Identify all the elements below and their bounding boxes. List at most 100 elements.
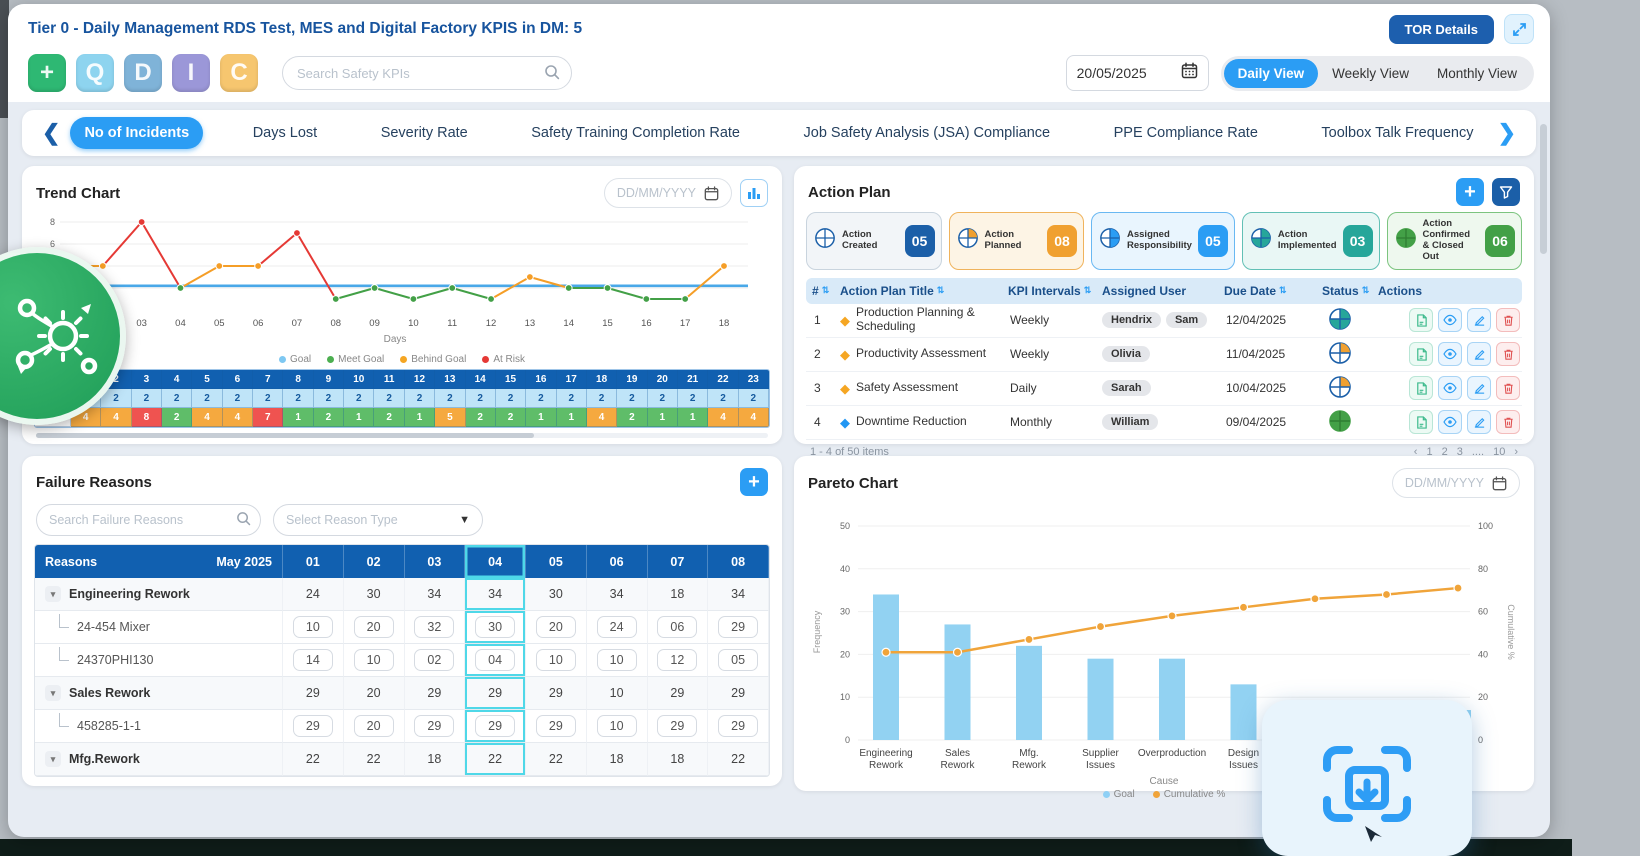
- pdf-export-icon[interactable]: [1409, 376, 1433, 400]
- editable-value[interactable]: 06: [657, 616, 697, 638]
- editable-value[interactable]: 29: [657, 715, 697, 737]
- search-input[interactable]: [282, 56, 572, 90]
- day-column-header[interactable]: 04: [465, 545, 526, 578]
- column-header-due-date[interactable]: Due Date⇅: [1218, 284, 1316, 298]
- status-card-assigned-responsibility[interactable]: Assigned Responsibility05: [1091, 212, 1235, 270]
- value-cell: 29: [708, 611, 769, 644]
- actual-cell: 4: [192, 408, 222, 427]
- editable-value[interactable]: 10: [354, 649, 394, 671]
- status-card-action-implemented[interactable]: Action Implemented03: [1242, 212, 1380, 270]
- row-expand-icon[interactable]: ▾: [45, 751, 61, 767]
- day-column-header[interactable]: 03: [405, 545, 466, 578]
- edit-icon[interactable]: [1467, 410, 1491, 434]
- expand-icon[interactable]: [1504, 14, 1534, 44]
- column-header-status[interactable]: Status⇅: [1316, 284, 1372, 298]
- editable-value[interactable]: 02: [414, 649, 454, 671]
- editable-value[interactable]: 20: [354, 715, 394, 737]
- editable-value[interactable]: 10: [293, 616, 333, 638]
- trend-date-picker[interactable]: DD/MM/YYYY: [604, 178, 732, 208]
- delete-icon[interactable]: [1496, 376, 1520, 400]
- view-button-weekly-view[interactable]: Weekly View: [1318, 59, 1423, 88]
- date-input[interactable]: [1077, 65, 1173, 81]
- view-button-daily-view[interactable]: Daily View: [1224, 59, 1319, 88]
- value-cell: 30: [344, 578, 405, 611]
- tab-ppe-compliance-rate[interactable]: PPE Compliance Rate: [1100, 117, 1272, 149]
- tab-safety-training-completion-rate[interactable]: Safety Training Completion Rate: [517, 117, 754, 149]
- edit-icon[interactable]: [1467, 376, 1491, 400]
- filter-icon[interactable]: [1492, 178, 1520, 206]
- tor-details-button[interactable]: TOR Details: [1389, 15, 1494, 44]
- day-column-header[interactable]: 05: [526, 545, 587, 578]
- delete-icon[interactable]: [1496, 308, 1520, 332]
- delete-icon[interactable]: [1496, 342, 1520, 366]
- editable-value[interactable]: 10: [597, 715, 637, 737]
- editable-value[interactable]: 10: [597, 649, 637, 671]
- add-action-button[interactable]: +: [1456, 178, 1484, 206]
- view-icon[interactable]: [1438, 342, 1462, 366]
- vertical-scrollbar[interactable]: [1540, 124, 1547, 824]
- editable-value[interactable]: 29: [536, 715, 576, 737]
- delete-icon[interactable]: [1496, 410, 1520, 434]
- edit-icon[interactable]: [1467, 308, 1491, 332]
- trend-table-scrollbar[interactable]: [36, 433, 768, 438]
- column-header--[interactable]: #⇅: [806, 284, 834, 298]
- reason-type-select[interactable]: Select Reason Type ▼: [273, 504, 483, 536]
- user-chip: Hendrix: [1102, 312, 1161, 328]
- tabs-scroll-right-icon[interactable]: ❯: [1492, 122, 1522, 144]
- status-card-action-planned[interactable]: Action Planned08: [949, 212, 1085, 270]
- editable-value[interactable]: 04: [475, 649, 515, 671]
- edit-icon[interactable]: [1467, 342, 1491, 366]
- tab-toolbox-talk-frequency[interactable]: Toolbox Talk Frequency: [1307, 117, 1487, 149]
- status-card-label: Assigned Responsibility: [1127, 230, 1192, 252]
- row-expand-icon[interactable]: ▾: [45, 685, 61, 701]
- editable-value[interactable]: 29: [718, 616, 758, 638]
- tab-severity-rate[interactable]: Severity Rate: [367, 117, 482, 149]
- day-header-cell: 10: [344, 370, 374, 389]
- view-icon[interactable]: [1438, 376, 1462, 400]
- editable-value[interactable]: 05: [718, 649, 758, 671]
- status-card-action-confirmed-closed-out[interactable]: Action Confirmed & Closed Out06: [1387, 212, 1523, 270]
- day-column-header[interactable]: 02: [344, 545, 405, 578]
- editable-value[interactable]: 12: [657, 649, 697, 671]
- add-failure-reason-button[interactable]: +: [740, 468, 768, 496]
- editable-value[interactable]: 29: [475, 715, 515, 737]
- failure-search-input[interactable]: [36, 504, 261, 536]
- row-expand-icon[interactable]: ▾: [45, 586, 61, 602]
- pdf-export-icon[interactable]: [1409, 342, 1433, 366]
- pdf-export-icon[interactable]: [1409, 410, 1433, 434]
- day-header-cell: 19: [617, 370, 647, 389]
- editable-value[interactable]: 32: [414, 616, 454, 638]
- day-column-header[interactable]: 01: [283, 545, 344, 578]
- editable-value[interactable]: 29: [718, 715, 758, 737]
- status-card-action-created[interactable]: Action Created05: [806, 212, 942, 270]
- tab-no-of-incidents[interactable]: No of Incidents: [70, 117, 203, 149]
- editable-value[interactable]: 10: [536, 649, 576, 671]
- view-icon[interactable]: [1438, 410, 1462, 434]
- editable-value[interactable]: 20: [354, 616, 394, 638]
- editable-value[interactable]: 29: [293, 715, 333, 737]
- pareto-date-picker[interactable]: DD/MM/YYYY: [1392, 468, 1520, 498]
- editable-value[interactable]: 24: [597, 616, 637, 638]
- day-column-header[interactable]: 07: [648, 545, 709, 578]
- editable-value[interactable]: 30: [475, 616, 515, 638]
- header-date-picker[interactable]: [1066, 55, 1209, 91]
- tabs-scroll-left-icon[interactable]: ❮: [36, 122, 66, 144]
- svg-text:Overproduction: Overproduction: [1138, 748, 1206, 759]
- pdf-export-icon[interactable]: [1409, 308, 1433, 332]
- tab-job-safety-analysis-jsa-compliance[interactable]: Job Safety Analysis (JSA) Compliance: [790, 117, 1065, 149]
- view-button-monthly-view[interactable]: Monthly View: [1423, 59, 1531, 88]
- chart-type-icon[interactable]: [740, 179, 768, 207]
- tab-days-lost[interactable]: Days Lost: [239, 117, 331, 149]
- day-column-header[interactable]: 06: [587, 545, 648, 578]
- goal-cell: 2: [496, 389, 526, 408]
- column-header-action-plan-title[interactable]: Action Plan Title⇅: [834, 284, 1002, 298]
- editable-value[interactable]: 14: [293, 649, 333, 671]
- day-column-header[interactable]: 08: [708, 545, 769, 578]
- view-icon[interactable]: [1438, 308, 1462, 332]
- tree-branch-icon: [59, 614, 69, 628]
- column-header-kpi-intervals[interactable]: KPI Intervals⇅: [1002, 284, 1096, 298]
- editable-value[interactable]: 20: [536, 616, 576, 638]
- svg-text:10: 10: [840, 692, 850, 702]
- actual-cell: 4: [587, 408, 617, 427]
- editable-value[interactable]: 29: [414, 715, 454, 737]
